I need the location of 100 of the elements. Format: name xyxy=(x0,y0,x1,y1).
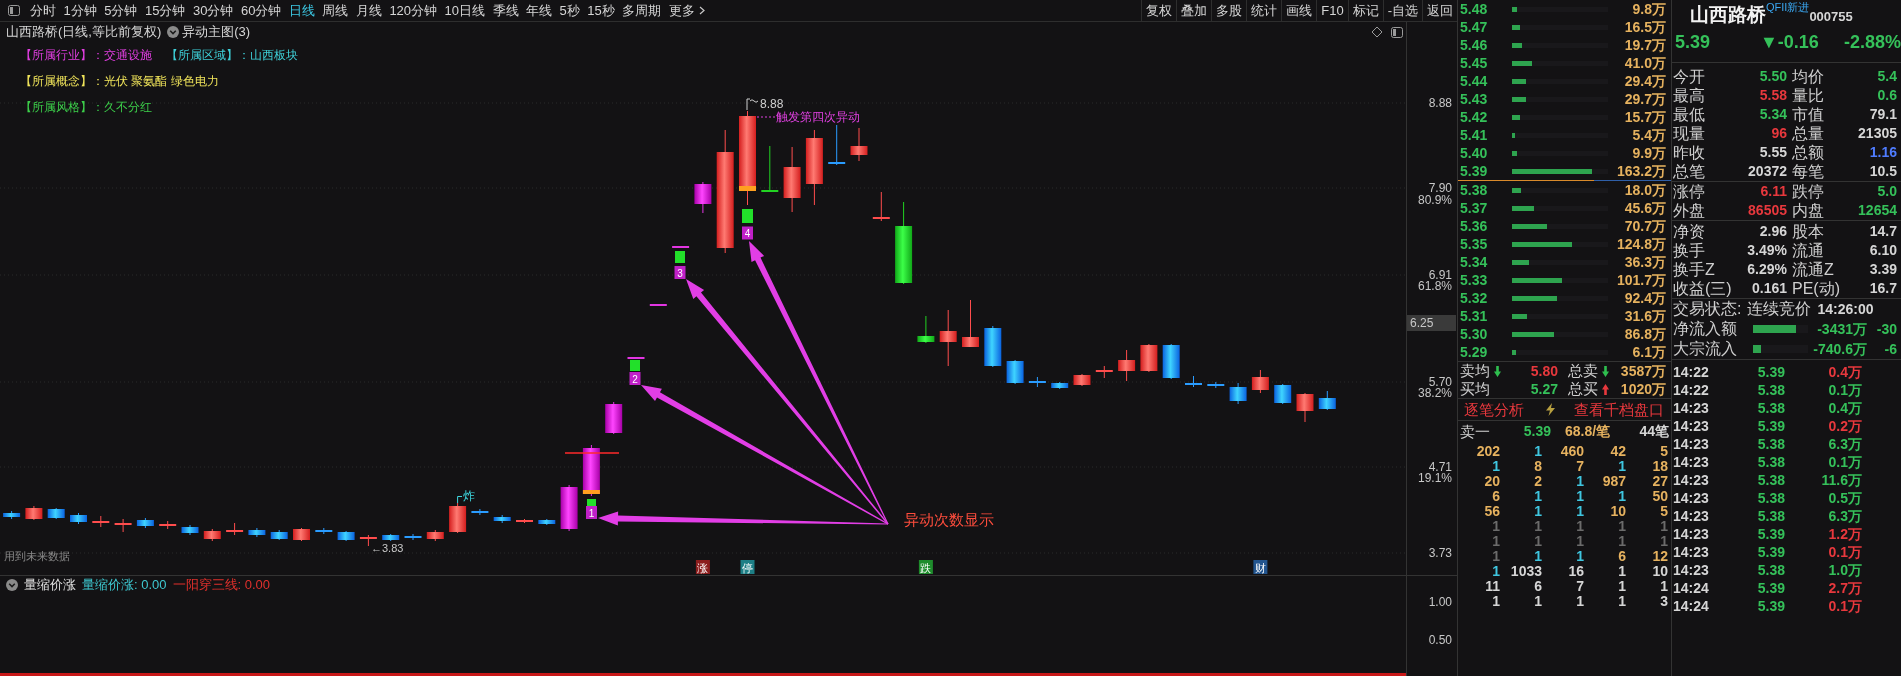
chart-title: 山西路桥(日线,等比前复权) xyxy=(6,24,162,40)
toolbar-button[interactable]: 统计 xyxy=(1246,0,1282,21)
order-price: 5.38 xyxy=(1460,181,1489,199)
panel-toggle-icon[interactable] xyxy=(8,5,20,16)
future-data-notice: 用到未来数据 xyxy=(4,550,70,562)
period-tab[interactable]: 月线 xyxy=(355,0,382,21)
stat-label: 均价 xyxy=(1791,67,1825,87)
period-tab[interactable]: 季线 xyxy=(492,0,519,21)
analysis-link[interactable]: 逐笔分析 xyxy=(1464,400,1524,419)
tick-price: 5.39 xyxy=(1756,417,1785,435)
stock-name: 山西路桥 xyxy=(1690,3,1766,27)
period-tab[interactable]: 120分钟 xyxy=(389,0,438,21)
order-volume: 101.7万 xyxy=(1615,271,1666,289)
flow-amount: -740.6万 xyxy=(1812,340,1867,358)
period-tab[interactable]: 日线 xyxy=(288,0,315,21)
tick-price: 5.38 xyxy=(1756,435,1785,453)
stat-label: 总量 xyxy=(1791,124,1825,144)
period-tab[interactable]: 年线 xyxy=(526,0,553,21)
price-change: ▼-0.16 xyxy=(1760,32,1820,54)
order-price: 5.44 xyxy=(1460,72,1489,90)
queue-order: 1 xyxy=(1659,578,1668,595)
order-volume: 124.8万 xyxy=(1615,235,1666,253)
chevron-down-icon[interactable] xyxy=(6,579,18,591)
toolbar-button[interactable]: 返回 xyxy=(1422,0,1457,21)
stat-value: 5.55 xyxy=(1758,144,1787,161)
queue-order: 1 xyxy=(1491,518,1500,535)
period-tab[interactable]: 周线 xyxy=(322,0,349,21)
panel-toggle-icon[interactable] xyxy=(1391,26,1403,38)
queue-order: 7 xyxy=(1575,578,1584,595)
candlestick xyxy=(270,529,288,541)
period-tab[interactable]: 多周期 xyxy=(622,0,662,21)
candlestick xyxy=(1095,365,1113,379)
stat-value: 1.16 xyxy=(1868,144,1897,161)
candlestick xyxy=(1229,382,1247,405)
queue-order: 7 xyxy=(1575,458,1584,475)
percent-change: -2.88% xyxy=(1842,32,1901,54)
diamond-icon[interactable] xyxy=(1371,26,1383,38)
tick-volume: 0.5万 xyxy=(1827,489,1862,507)
toolbar-button[interactable]: 复权 xyxy=(1141,0,1177,21)
order-volume: 5.4万 xyxy=(1631,126,1666,144)
period-tab[interactable]: 1分钟 xyxy=(63,0,97,21)
flow-ratio: -6 xyxy=(1883,340,1897,358)
flow-label: 大宗流入 xyxy=(1673,339,1738,359)
tick-volume: 0.1万 xyxy=(1827,597,1862,615)
candlestick xyxy=(114,518,132,533)
period-tab[interactable]: 60分钟 xyxy=(240,0,282,21)
toolbar-button[interactable]: -自选 xyxy=(1382,0,1422,21)
more-button[interactable]: 更多 xyxy=(668,0,705,21)
toolbar-button[interactable]: 叠加 xyxy=(1176,0,1212,21)
candlestick xyxy=(649,304,667,306)
stat-label: 量比 xyxy=(1791,86,1825,106)
queue-order: 10 xyxy=(1651,563,1668,580)
candlestick xyxy=(25,505,43,521)
tick-price: 5.38 xyxy=(1756,507,1785,525)
candlestick xyxy=(1251,369,1269,394)
toolbar-button[interactable]: 画线 xyxy=(1281,0,1317,21)
tick-volume: 0.1万 xyxy=(1827,543,1862,561)
chevron-down-icon xyxy=(167,26,180,38)
toolbar-button[interactable]: F10 xyxy=(1316,0,1348,21)
candlestick xyxy=(1207,381,1225,389)
summary-total: 3587万 xyxy=(1619,362,1666,380)
stat-label: 最低 xyxy=(1673,105,1706,125)
leader-line xyxy=(457,496,463,504)
order-price: 5.47 xyxy=(1460,18,1489,36)
order-price: 5.48 xyxy=(1460,0,1489,18)
period-tab[interactable]: 分时 xyxy=(30,0,56,21)
order-volume: 6.1万 xyxy=(1631,343,1666,361)
analysis-link[interactable]: 查看千档盘口 xyxy=(1574,400,1664,419)
queue-order: 1 xyxy=(1575,593,1584,610)
period-tab[interactable]: 15秒 xyxy=(587,0,615,21)
stat-label: 现量 xyxy=(1673,124,1706,144)
stat-value: 6.29% xyxy=(1746,261,1787,278)
best-ask-label: 卖一 xyxy=(1460,422,1491,441)
status-label: 交易状态: xyxy=(1673,299,1742,319)
event-marker: 跌 xyxy=(918,560,933,574)
stat-label: 流通Z xyxy=(1791,260,1835,280)
axis-label: 1.00 xyxy=(1428,595,1452,609)
price-level-line xyxy=(564,452,620,454)
queue-order: 1 xyxy=(1533,503,1542,520)
order-price: 5.42 xyxy=(1460,108,1489,126)
period-tab[interactable]: 5秒 xyxy=(559,0,580,21)
queue-order: 10 xyxy=(1609,503,1626,520)
queue-order: 6 xyxy=(1533,578,1542,595)
flow-label: 净流入额 xyxy=(1673,319,1738,339)
queue-order: 1 xyxy=(1659,518,1668,535)
toolbar-button[interactable]: 多股 xyxy=(1211,0,1247,21)
period-tab[interactable]: 30分钟 xyxy=(192,0,234,21)
signal-square-icon xyxy=(742,209,753,223)
order-volume: 29.4万 xyxy=(1623,72,1666,90)
toolbar-button[interactable]: 标记 xyxy=(1347,0,1383,21)
period-tab[interactable]: 15分钟 xyxy=(144,0,186,21)
period-tab[interactable]: 5分钟 xyxy=(104,0,138,21)
queue-order: 202 xyxy=(1475,443,1500,460)
period-tab[interactable]: 10日线 xyxy=(444,0,486,21)
tick-volume: 1.2万 xyxy=(1827,525,1862,543)
candlestick xyxy=(404,533,422,541)
indicator-dropdown[interactable]: 异动主图(3) xyxy=(167,24,251,40)
stat-label: 跌停 xyxy=(1791,182,1825,202)
axis-label: 7.90 xyxy=(1428,181,1452,195)
candlestick xyxy=(426,529,444,542)
